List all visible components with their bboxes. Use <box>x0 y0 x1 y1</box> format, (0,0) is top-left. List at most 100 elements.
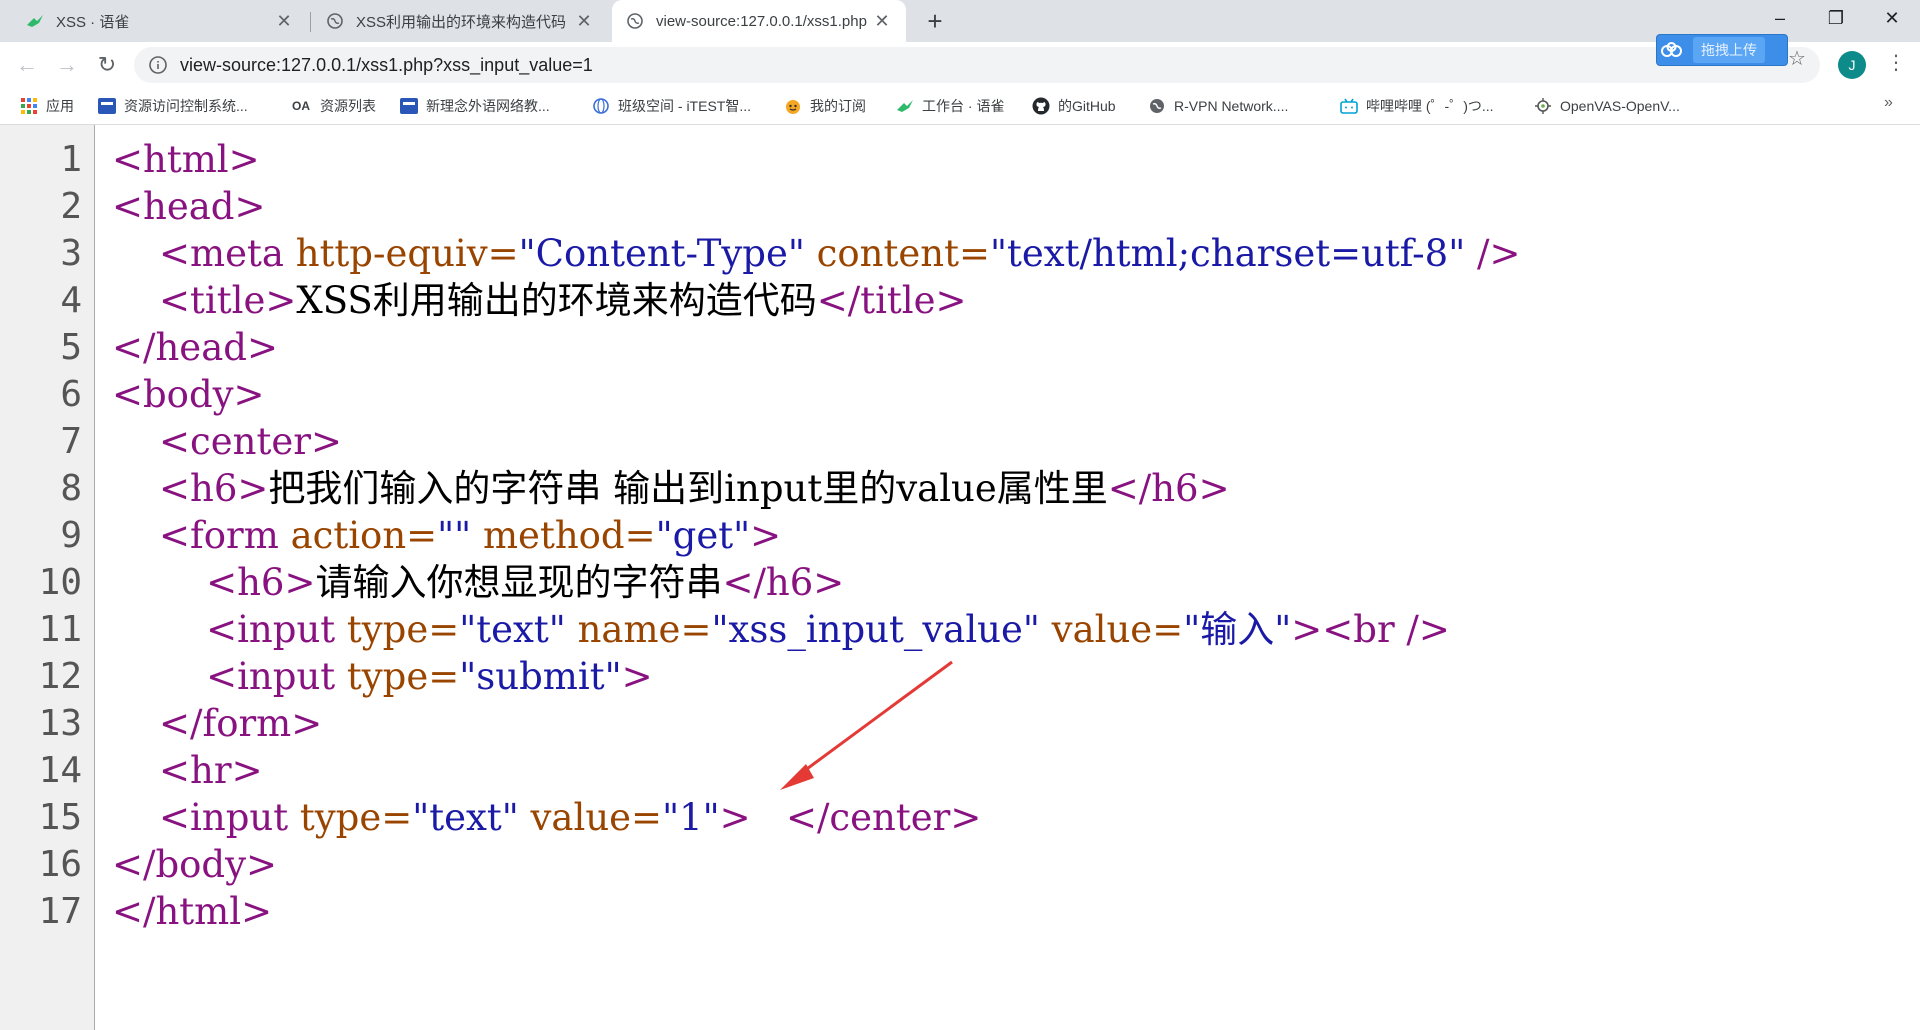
bookmark-language-course[interactable]: 新理念外语网络教... <box>400 88 550 124</box>
source-line: 13 </form> <box>0 700 1920 747</box>
url-prefix: view-source: <box>180 54 282 75</box>
bookmark-bilibili[interactable]: 哔哩哔哩 (゜-゜)つ... <box>1340 88 1494 124</box>
source-attr-value: "" <box>437 514 472 557</box>
bookmark-itest[interactable]: 班级空间 - iTEST智... <box>592 88 751 124</box>
url-text[interactable]: view-source:127.0.0.1/xss1.php?xss_input… <box>180 55 593 76</box>
chevron-right-icon[interactable]: » <box>1884 94 1893 112</box>
tab-title: view-source:127.0.0.1/xss1.php <box>656 12 867 30</box>
source-code: <center> <box>112 418 342 465</box>
source-line: 14 <hr> <box>0 747 1920 794</box>
source-text <box>112 420 159 463</box>
bookmark-github[interactable]: 的GitHub <box>1032 88 1116 124</box>
source-line: 17 </html> <box>0 888 1920 935</box>
source-tag: <meta <box>159 232 296 275</box>
bookmark-label: OpenVAS-OpenV... <box>1560 98 1680 114</box>
minimize-button[interactable]: – <box>1752 0 1808 36</box>
source-tag: <h6> <box>159 467 269 510</box>
source-code: </head> <box>112 324 278 371</box>
tab-xss-context[interactable]: XSS利用输出的环境来构造代码 ✕ <box>312 0 608 42</box>
source-line: 15 <input type="text" value="1"> </cente… <box>0 794 1920 841</box>
source-text <box>112 655 206 698</box>
source-tag: > <box>621 655 653 698</box>
back-button[interactable]: ← <box>12 50 42 80</box>
info-icon[interactable] <box>148 55 168 75</box>
source-tag: </h6> <box>722 561 845 604</box>
tab-strip: XSS · 语雀 ✕ XSS利用输出的环境来构造代码 ✕ view-source… <box>0 0 1920 42</box>
source-line: 2 <head> <box>0 183 1920 230</box>
address-bar[interactable]: view-source:127.0.0.1/xss1.php?xss_input… <box>134 47 1820 83</box>
line-number: 12 <box>38 656 82 697</box>
new-tab-button[interactable]: + <box>920 6 950 36</box>
bookmark-yuque-workbench[interactable]: 工作台 · 语雀 <box>896 88 1004 124</box>
bookmark-label: 工作台 · 语雀 <box>922 98 1005 114</box>
source-attr-name: method= <box>471 514 656 557</box>
toolbar: ← → ↻ view-source:127.0.0.1/xss1.php?xss… <box>0 42 1920 88</box>
line-number: 7 <box>60 421 82 462</box>
url-host: 127.0.0.1 <box>281 54 357 75</box>
globe-icon <box>326 12 344 30</box>
line-number: 9 <box>60 515 82 556</box>
source-code: <form action="" method="get"> <box>112 512 781 559</box>
close-icon[interactable]: ✕ <box>872 11 892 32</box>
source-tag: </body> <box>112 843 278 886</box>
close-icon[interactable]: ✕ <box>274 11 294 32</box>
line-number: 1 <box>60 139 82 180</box>
menu-icon[interactable]: ⋮ <box>1886 50 1906 75</box>
star-icon[interactable]: ☆ <box>1788 46 1806 71</box>
source-text <box>751 796 786 839</box>
close-icon[interactable]: ✕ <box>574 11 594 32</box>
source-tag: </html> <box>112 890 273 933</box>
bookmark-subscriptions[interactable]: 我的订阅 <box>784 88 866 124</box>
source-tag: </h6> <box>1107 467 1230 510</box>
baidu-cloud-icon <box>1657 35 1687 65</box>
yuque-icon <box>26 12 44 30</box>
bookmark-label: 新理念外语网络教... <box>426 98 550 114</box>
forward-button[interactable]: → <box>52 50 82 80</box>
bookmark-resource-list[interactable]: OA 资源列表 <box>290 88 376 124</box>
tab-divider <box>310 12 311 32</box>
tab-view-source[interactable]: view-source:127.0.0.1/xss1.php ✕ <box>612 0 906 42</box>
source-line: 10 <h6>请输入你想显现的字符串</h6> <box>0 559 1920 606</box>
source-line: 6 <body> <box>0 371 1920 418</box>
source-text <box>112 749 159 792</box>
source-attr-name: type= <box>299 796 413 839</box>
source-text: 把我们输入的字符串 输出到input里的value属性里 <box>268 467 1108 510</box>
source-code: </form> <box>112 700 322 747</box>
apps-grid-icon <box>20 97 38 115</box>
source-code: <html> <box>112 136 260 183</box>
source-line: 4 <title>XSS利用输出的环境来构造代码</title> <box>0 277 1920 324</box>
avatar[interactable]: J <box>1838 51 1866 79</box>
source-code: <input type="text" name="xss_input_value… <box>112 606 1450 653</box>
tab-xss-yuque[interactable]: XSS · 语雀 ✕ <box>12 0 308 42</box>
bookmark-apps[interactable]: 应用 <box>20 88 74 124</box>
source-attr-value: "1" <box>662 796 720 839</box>
bookmark-icon <box>400 97 418 115</box>
bookmark-access-control[interactable]: 资源访问控制系统... <box>98 88 248 124</box>
line-number: 5 <box>60 327 82 368</box>
source-attr-value: "text" <box>412 796 519 839</box>
restore-button[interactable]: ❐ <box>1808 0 1864 36</box>
bookmark-label: 资源访问控制系统... <box>124 98 248 114</box>
source-tag: <body> <box>112 373 265 416</box>
line-number: 10 <box>38 562 82 603</box>
source-attr-value: "text" <box>459 608 566 651</box>
source-tag: <html> <box>112 138 260 181</box>
source-code: <input type="submit"> <box>112 653 653 700</box>
bookmark-label: 哔哩哔哩 (゜-゜)つ... <box>1366 98 1494 114</box>
source-line: 12 <input type="submit"> <box>0 653 1920 700</box>
reload-button[interactable]: ↻ <box>92 50 122 80</box>
upload-extension-button[interactable]: 拖拽上传 <box>1656 34 1788 66</box>
source-attr-name: name= <box>565 608 712 651</box>
source-text <box>112 561 206 604</box>
source-attr-value: "get" <box>655 514 751 557</box>
source-line: 11 <input type="text" name="xss_input_va… <box>0 606 1920 653</box>
source-code: <input type="text" value="1"> </center> <box>112 794 981 841</box>
bookmark-openvas[interactable]: OpenVAS-OpenV... <box>1534 88 1680 124</box>
line-number: 16 <box>38 844 82 885</box>
source-attr-value: "text/html;charset=utf-8" <box>989 232 1466 275</box>
source-tag: </form> <box>159 702 323 745</box>
source-line: 8 <h6>把我们输入的字符串 输出到input里的value属性里</h6> <box>0 465 1920 512</box>
bookmark-rvpn[interactable]: R-VPN Network.... <box>1148 88 1288 124</box>
close-window-button[interactable]: ✕ <box>1864 0 1920 36</box>
source-tag: ><br /> <box>1291 608 1450 651</box>
